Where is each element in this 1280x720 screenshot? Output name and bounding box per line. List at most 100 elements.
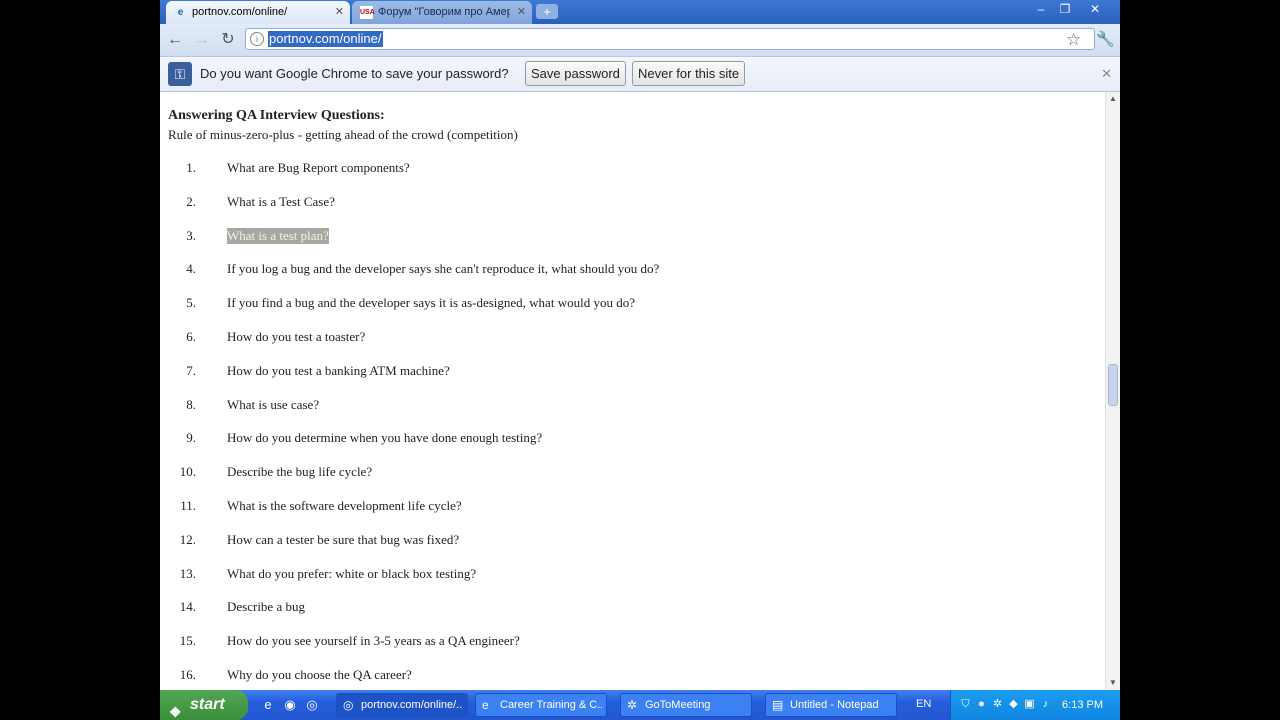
infobar-close-icon[interactable]: ✕ bbox=[1101, 66, 1112, 82]
page-heading: Answering QA Interview Questions: bbox=[168, 108, 385, 123]
list-item: 8. What is use case? bbox=[160, 397, 1060, 417]
infobar-message: Do you want Google Chrome to save your p… bbox=[200, 66, 509, 81]
save-password-infobar: ⚿ Do you want Google Chrome to save your… bbox=[160, 57, 1120, 92]
question-text: If you log a bug and the developer says … bbox=[227, 261, 660, 276]
taskbar-button-career[interactable]: e Career Training & C... bbox=[475, 693, 607, 717]
page-subheading: Rule of minus-zero-plus - getting ahead … bbox=[168, 127, 518, 142]
system-tray: ⛉ ● ✲ ◆ ▣ ♪ 6:13 PM bbox=[950, 690, 1120, 720]
question-number: 1. bbox=[186, 160, 196, 175]
question-text: Describe a bug bbox=[227, 599, 305, 614]
list-item: 12. How can a tester be sure that bug was… bbox=[160, 532, 1060, 552]
tab-portnov[interactable]: e portnov.com/online/ ✕ bbox=[166, 1, 350, 24]
volume-icon[interactable]: ♪ bbox=[1039, 698, 1052, 711]
taskbar-button-chrome[interactable]: ◎ portnov.com/online/... bbox=[336, 693, 468, 717]
new-tab-button[interactable]: + bbox=[536, 4, 558, 19]
tab-close-icon[interactable]: ✕ bbox=[335, 1, 344, 23]
notepad-icon: ▤ bbox=[772, 698, 784, 712]
question-text: What is use case? bbox=[227, 397, 320, 412]
taskbar-button-notepad[interactable]: ▤ Untitled - Notepad bbox=[765, 693, 897, 717]
list-item: 14. Describe a bug bbox=[160, 599, 1060, 619]
question-text: If you find a bug and the developer says… bbox=[227, 295, 635, 310]
scroll-up-icon[interactable]: ▲ bbox=[1106, 92, 1120, 106]
key-icon: ⚿ bbox=[168, 62, 192, 86]
question-text: How do you determine when you have done … bbox=[227, 430, 543, 445]
question-text: What do you prefer: white or black box t… bbox=[227, 566, 477, 581]
back-icon[interactable]: ← bbox=[165, 30, 185, 50]
tab-label: Форум "Говорим про Америк bbox=[378, 6, 510, 18]
question-text: What are Bug Report components? bbox=[227, 160, 410, 175]
question-text: Describe the bug life cycle? bbox=[227, 464, 373, 479]
reload-icon[interactable]: ↻ bbox=[218, 30, 238, 50]
chrome-quicklaunch-icon[interactable]: ◎ bbox=[304, 697, 320, 713]
forward-icon[interactable]: → bbox=[192, 30, 212, 50]
ie-icon: e bbox=[177, 7, 184, 18]
save-password-button[interactable]: Save password bbox=[525, 61, 626, 86]
windows-flag-icon: ❖ bbox=[169, 704, 182, 720]
gotomeeting-icon: ✲ bbox=[627, 698, 638, 712]
question-number: 8. bbox=[186, 397, 196, 412]
wrench-menu-icon[interactable]: 🔧 bbox=[1096, 30, 1115, 48]
question-text: Why do you choose the QA career? bbox=[227, 667, 412, 682]
antivirus-icon[interactable]: ● bbox=[975, 698, 988, 711]
monitor-icon[interactable]: ▣ bbox=[1023, 698, 1036, 711]
windows-taskbar: ❖ start e ◉ ◎ ◎ portnov.com/online/... e… bbox=[160, 690, 1120, 720]
taskbar-button-label: GoToMeeting bbox=[645, 699, 711, 711]
close-window-icon[interactable]: ✕ bbox=[1084, 0, 1106, 18]
question-number: 14. bbox=[179, 599, 196, 614]
address-text[interactable]: portnov.com/online/ bbox=[268, 31, 383, 47]
question-text: How do you test a toaster? bbox=[227, 329, 366, 344]
vertical-scrollbar[interactable]: ▲ ▼ bbox=[1105, 92, 1120, 690]
question-number: 7. bbox=[186, 363, 196, 378]
network-icon[interactable]: ◆ bbox=[1007, 698, 1020, 711]
tab-forum[interactable]: USA Форум "Говорим про Америк ✕ bbox=[352, 1, 532, 24]
language-indicator[interactable]: EN bbox=[916, 698, 931, 710]
tab-close-icon[interactable]: ✕ bbox=[517, 1, 526, 23]
question-text: How do you test a banking ATM machine? bbox=[227, 363, 450, 378]
address-bar[interactable]: i portnov.com/online/ bbox=[245, 28, 1095, 50]
scroll-down-icon[interactable]: ▼ bbox=[1106, 676, 1120, 690]
question-number: 4. bbox=[186, 261, 196, 276]
list-item: 15. How do you see yourself in 3-5 years … bbox=[160, 633, 1060, 653]
clock: 6:13 PM bbox=[1062, 699, 1103, 711]
question-text: What is a Test Case? bbox=[227, 194, 335, 209]
scroll-thumb[interactable] bbox=[1108, 364, 1118, 406]
list-item: 16. Why do you choose the QA career? bbox=[160, 667, 1060, 687]
question-number: 12. bbox=[179, 532, 196, 547]
tab-label: portnov.com/online/ bbox=[192, 6, 288, 18]
list-item: 6. How do you test a toaster? bbox=[160, 329, 1060, 349]
taskbar-button-gotomeeting[interactable]: ✲ GoToMeeting bbox=[620, 693, 752, 717]
question-number: 5. bbox=[186, 295, 196, 310]
question-number: 10. bbox=[179, 464, 196, 479]
list-item: 5. If you find a bug and the developer sa… bbox=[160, 295, 1060, 315]
question-number: 16. bbox=[179, 667, 196, 682]
shield-icon[interactable]: ⛉ bbox=[959, 698, 972, 711]
list-item: 1. What are Bug Report components? bbox=[160, 160, 1060, 180]
question-number: 9. bbox=[186, 430, 196, 445]
firefox-quicklaunch-icon[interactable]: ◉ bbox=[282, 697, 298, 713]
question-text: What is the software development life cy… bbox=[227, 498, 462, 513]
ie-icon: e bbox=[482, 698, 489, 712]
never-for-this-site-button[interactable]: Never for this site bbox=[632, 61, 746, 86]
taskbar-button-label: Untitled - Notepad bbox=[790, 699, 879, 711]
restore-icon[interactable]: ❐ bbox=[1054, 0, 1076, 18]
list-item: 9. How do you determine when you have don… bbox=[160, 430, 1060, 450]
ie-quicklaunch-icon[interactable]: e bbox=[260, 697, 276, 713]
list-item: 4. If you log a bug and the developer say… bbox=[160, 261, 1060, 281]
list-item: 3. What is a test plan? bbox=[160, 228, 1060, 248]
browser-toolbar: ← → ↻ i portnov.com/online/ ☆ 🔧 bbox=[160, 24, 1120, 57]
list-item: 11. What is the software development life… bbox=[160, 498, 1060, 518]
page-content: Answering QA Interview Questions: Rule o… bbox=[160, 92, 1105, 690]
bookmark-star-icon[interactable]: ☆ bbox=[1066, 30, 1081, 50]
list-item: 13. What do you prefer: white or black bo… bbox=[160, 566, 1060, 586]
question-number: 2. bbox=[186, 194, 196, 209]
minimize-icon[interactable]: – bbox=[1030, 0, 1052, 18]
question-number: 15. bbox=[179, 633, 196, 648]
page-info-icon[interactable]: i bbox=[250, 32, 264, 46]
taskbar-button-label: portnov.com/online/... bbox=[361, 699, 463, 711]
start-button[interactable]: ❖ start bbox=[160, 690, 248, 720]
question-number: 11. bbox=[180, 498, 196, 513]
question-text: What is a test plan? bbox=[227, 228, 329, 244]
gotomeeting-tray-icon[interactable]: ✲ bbox=[991, 698, 1004, 711]
list-item: 10. Describe the bug life cycle? bbox=[160, 464, 1060, 484]
question-text: How can a tester be sure that bug was fi… bbox=[227, 532, 460, 547]
